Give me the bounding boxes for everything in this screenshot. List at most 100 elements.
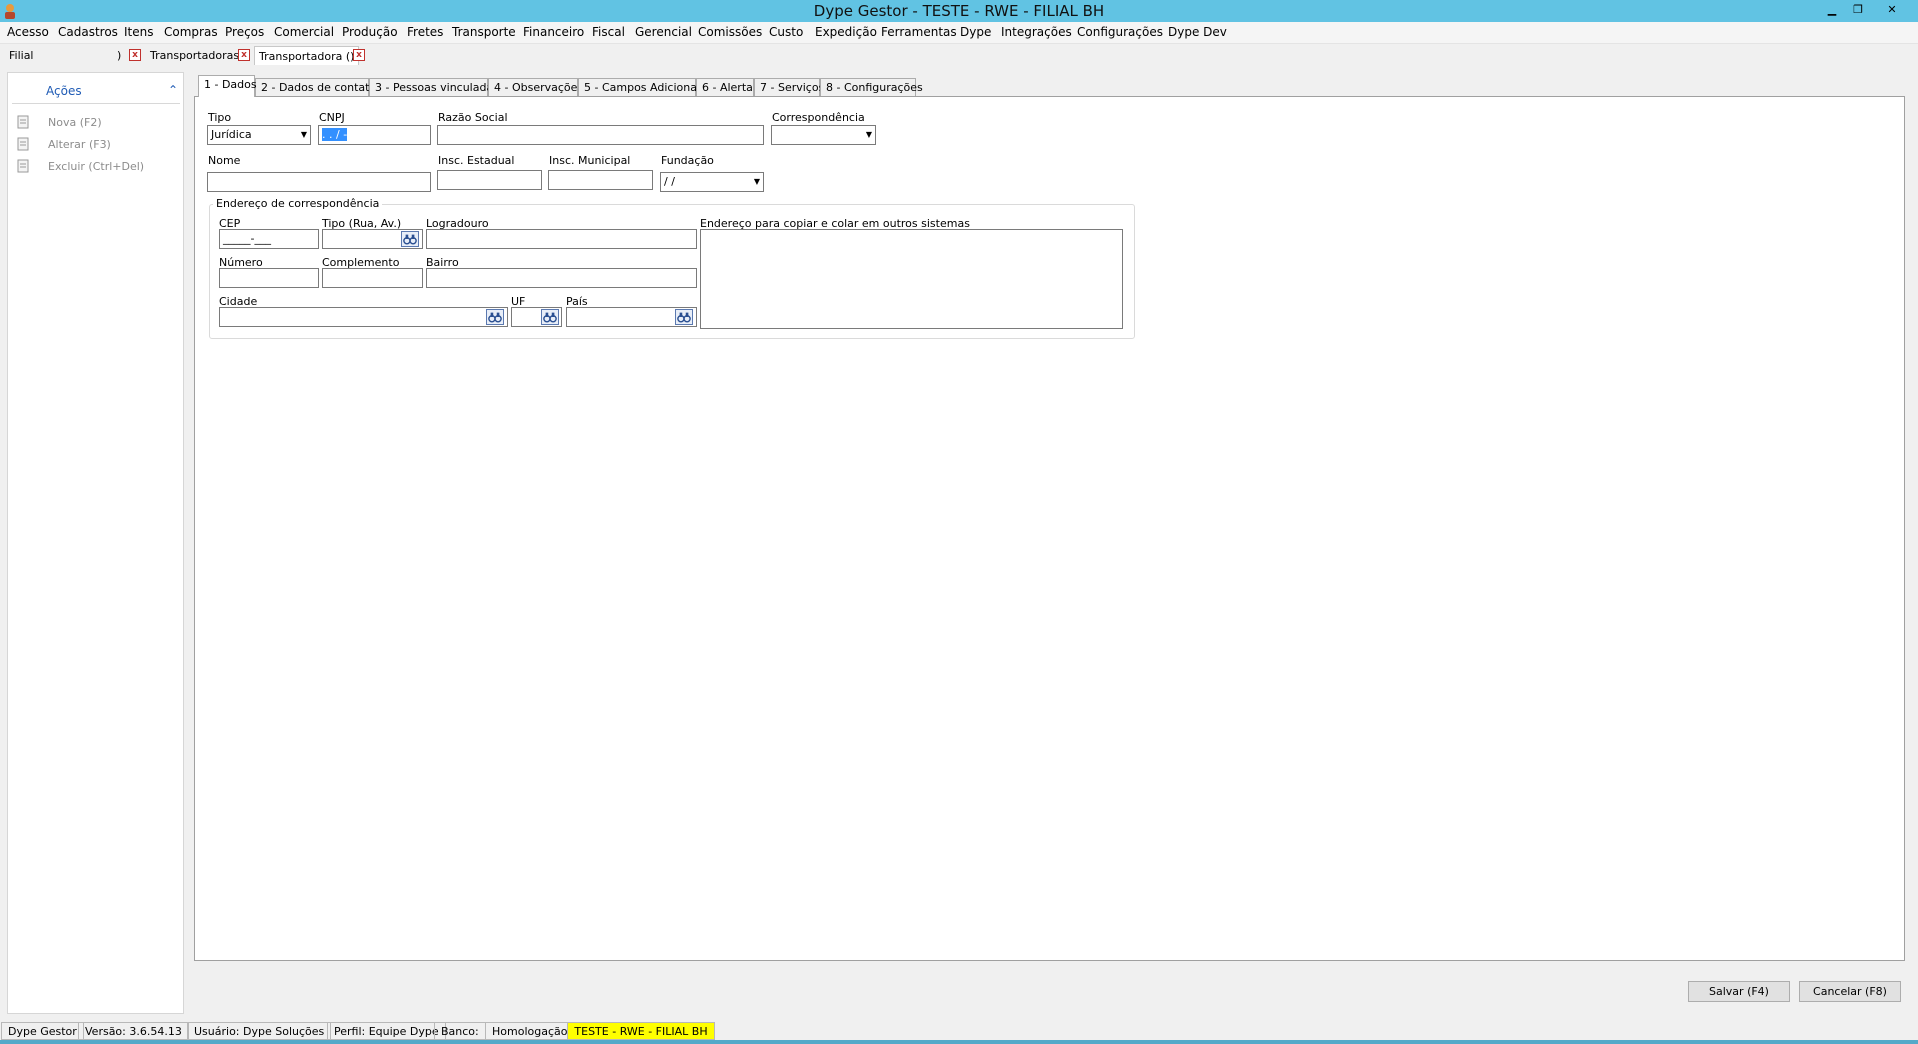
chevron-down-icon: ▼ xyxy=(865,130,872,139)
tab-pessoas-vinculadas[interactable]: 3 - Pessoas vinculadas xyxy=(369,78,499,97)
menu-expedicao[interactable]: Expedição xyxy=(815,25,877,39)
action-label: Alterar (F3) xyxy=(48,138,111,151)
binoculars-icon[interactable] xyxy=(541,309,559,325)
doc-tab-suffix: ) xyxy=(117,49,122,62)
delete-document-icon xyxy=(17,159,29,173)
title-bar: Dype Gestor - TESTE - RWE - FILIAL BH ▁ … xyxy=(0,0,1918,22)
bairro-input[interactable] xyxy=(426,268,697,288)
status-user: Usuário: Dype Soluções xyxy=(187,1022,332,1040)
menu-financeiro[interactable]: Financeiro xyxy=(523,25,584,39)
menu-comercial[interactable]: Comercial xyxy=(274,25,334,39)
status-app: Dype Gestor xyxy=(1,1022,84,1040)
status-company: TESTE - RWE - FILIAL BH xyxy=(567,1022,715,1040)
sidebar-divider xyxy=(12,103,180,104)
menu-comissoes[interactable]: Comissões xyxy=(698,25,762,39)
binoculars-icon[interactable] xyxy=(486,309,504,325)
menu-dype[interactable]: Dype xyxy=(960,25,991,39)
doc-tab-label: Transportadoras xyxy=(150,49,240,62)
razao-social-label: Razão Social xyxy=(438,111,508,124)
tab-campos-adicionais[interactable]: 5 - Campos Adicionais xyxy=(578,78,706,97)
menu-configuracoes[interactable]: Configurações xyxy=(1077,25,1163,39)
menu-ferramentas[interactable]: Ferramentas xyxy=(881,25,957,39)
binoculars-icon[interactable] xyxy=(675,309,693,325)
close-icon[interactable]: ✕ xyxy=(1880,1,1904,19)
cnpj-label: CNPJ xyxy=(319,111,345,124)
window-title: Dype Gestor - TESTE - RWE - FILIAL BH xyxy=(813,2,1105,20)
address-group-title: Endereço de correspondência xyxy=(213,197,383,210)
cancel-button[interactable]: Cancelar (F8) xyxy=(1799,981,1901,1002)
insc-municipal-label: Insc. Municipal xyxy=(549,154,631,167)
doc-tab-filial[interactable]: Filial ) xyxy=(5,46,127,65)
correspondencia-select[interactable]: ▼ xyxy=(771,125,876,145)
cep-value: _____-___ xyxy=(223,232,271,245)
logradouro-input[interactable] xyxy=(426,229,697,249)
cep-input[interactable]: _____-___ xyxy=(219,229,319,249)
menu-custo[interactable]: Custo xyxy=(769,25,803,39)
menu-fiscal[interactable]: Fiscal xyxy=(592,25,625,39)
menu-precos[interactable]: Preços xyxy=(225,25,264,39)
copy-address-textarea[interactable] xyxy=(700,229,1123,329)
nome-input[interactable] xyxy=(207,172,431,192)
menu-fretes[interactable]: Fretes xyxy=(407,25,443,39)
status-profile: Perfil: Equipe Dype xyxy=(327,1022,446,1040)
fundacao-label: Fundação xyxy=(661,154,714,167)
action-alterar[interactable]: Alterar (F3) xyxy=(16,137,176,153)
menu-integracoes[interactable]: Integrações xyxy=(1001,25,1072,39)
document-tabs: Filial ) x Transportadoras x Transportad… xyxy=(0,46,1918,66)
tipo-label: Tipo xyxy=(208,111,232,124)
status-bank-label: Banco: xyxy=(434,1022,486,1040)
tipo-value: Jurídica xyxy=(211,128,252,141)
status-accent-line xyxy=(0,1040,1918,1044)
tipo-select[interactable]: Jurídica ▼ xyxy=(207,125,311,145)
chevron-down-icon: ▼ xyxy=(753,177,760,186)
fundacao-value: / / xyxy=(664,175,675,188)
menu-gerencial[interactable]: Gerencial xyxy=(635,25,692,39)
cidade-input[interactable] xyxy=(219,307,508,327)
restore-icon[interactable]: ❐ xyxy=(1846,1,1870,19)
menu-compras[interactable]: Compras xyxy=(164,25,218,39)
tipo-rua-input[interactable] xyxy=(322,229,423,249)
action-excluir[interactable]: Excluir (Ctrl+Del) xyxy=(16,159,176,175)
menu-transporte[interactable]: Transporte xyxy=(452,25,516,39)
numero-input[interactable] xyxy=(219,268,319,288)
new-document-icon xyxy=(17,115,29,129)
menu-acesso[interactable]: Acesso xyxy=(7,25,49,39)
action-nova[interactable]: Nova (F2) xyxy=(16,115,176,131)
save-button[interactable]: Salvar (F4) xyxy=(1688,981,1790,1002)
tab-dados-contato[interactable]: 2 - Dados de contato xyxy=(255,78,376,97)
pais-input[interactable] xyxy=(566,307,697,327)
edit-document-icon xyxy=(17,137,29,151)
tab-alerta[interactable]: 6 - Alerta xyxy=(696,78,754,97)
cnpj-input[interactable]: . . / - xyxy=(318,125,431,145)
insc-estadual-input[interactable] xyxy=(437,170,542,190)
close-tab-icon[interactable]: x xyxy=(129,49,141,61)
chevron-down-icon: ▼ xyxy=(300,130,307,139)
complemento-input[interactable] xyxy=(322,268,423,288)
tab-servicos[interactable]: 7 - Serviços xyxy=(754,78,824,97)
menu-cadastros[interactable]: Cadastros xyxy=(58,25,118,39)
doc-tab-transportadora-active[interactable]: Transportadora () xyxy=(254,46,360,65)
menu-bar: Acesso Cadastros Itens Compras Preços Co… xyxy=(0,22,1918,44)
menu-producao[interactable]: Produção xyxy=(342,25,398,39)
action-label: Excluir (Ctrl+Del) xyxy=(48,160,145,173)
chevron-up-icon[interactable]: ⌃ xyxy=(168,83,178,97)
fundacao-date-picker[interactable]: / / ▼ xyxy=(660,172,764,192)
insc-municipal-input[interactable] xyxy=(548,170,653,190)
status-bank: Homologação xyxy=(485,1022,575,1040)
doc-tab-transportadoras[interactable]: Transportadoras xyxy=(146,46,243,65)
tab-observacoes[interactable]: 4 - Observações xyxy=(488,78,583,97)
tab-configuracoes[interactable]: 8 - Configurações xyxy=(820,78,923,97)
menu-itens[interactable]: Itens xyxy=(124,25,153,39)
binoculars-icon[interactable] xyxy=(401,231,419,247)
doc-tab-label: Filial xyxy=(9,49,34,62)
tab-dados[interactable]: 1 - Dados xyxy=(198,75,257,97)
razao-social-input[interactable] xyxy=(437,125,764,145)
minimize-icon[interactable]: ▁ xyxy=(1820,1,1844,19)
close-tab-icon[interactable]: x xyxy=(238,49,250,61)
uf-input[interactable] xyxy=(511,307,562,327)
insc-estadual-label: Insc. Estadual xyxy=(438,154,515,167)
nome-label: Nome xyxy=(208,154,241,167)
close-tab-icon[interactable]: x xyxy=(353,49,365,61)
cnpj-value: . . / - xyxy=(322,128,348,141)
menu-dype-dev[interactable]: Dype Dev xyxy=(1168,25,1227,39)
